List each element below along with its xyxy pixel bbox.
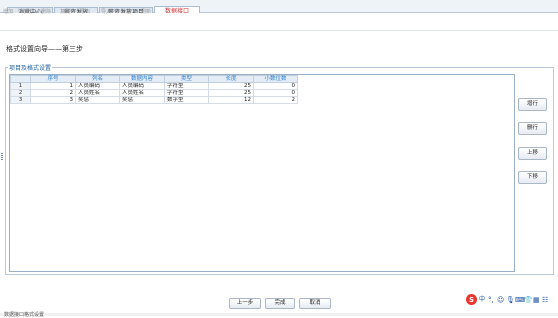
cell-content[interactable]: 人员编码: [119, 82, 165, 90]
cell-type[interactable]: 数字型: [164, 96, 209, 104]
splitter-handle[interactable]: [1, 153, 3, 161]
punctuation-icon[interactable]: °,: [488, 294, 494, 306]
table-row[interactable]: 3 3 奖惩 奖惩 数字型 12 2: [10, 96, 298, 104]
prev-step-button[interactable]: 上一步: [229, 298, 261, 309]
column-header-seq[interactable]: 序号: [30, 75, 76, 83]
column-header-length[interactable]: 长度: [208, 75, 254, 83]
cancel-button[interactable]: 取消: [299, 298, 331, 309]
cell-name[interactable]: 人员姓名: [75, 89, 120, 97]
column-header-decimals[interactable]: 小数位数: [253, 75, 298, 83]
copy-button[interactable]: 复制: [60, 8, 70, 15]
cell-length[interactable]: 25: [208, 82, 254, 90]
chinese-mode-icon[interactable]: 中: [479, 294, 485, 306]
cell-type[interactable]: 字符型: [164, 89, 209, 97]
cell-seq[interactable]: 2: [30, 89, 76, 97]
toolbar: 增加 修改 删除 复制 导出 导入 日志 刷新: [0, 9, 558, 31]
table-row[interactable]: 1 1 人员编码 人员编码 字符型 25 0: [10, 82, 298, 90]
table-header-row: 序号 列名 数据内容 类型 长度 小数位数: [10, 75, 298, 83]
refresh-button[interactable]: 刷新: [141, 8, 151, 15]
cell-content[interactable]: 奖惩: [119, 96, 165, 104]
status-text: 数据接口格式设置: [4, 312, 45, 318]
cell-name[interactable]: 人员编码: [75, 82, 120, 90]
microphone-icon[interactable]: 🎙: [506, 294, 515, 306]
cell-decimals[interactable]: 2: [253, 96, 298, 104]
add-row-button[interactable]: 增行: [518, 98, 547, 111]
cell-type[interactable]: 字符型: [164, 82, 209, 90]
cell-length[interactable]: 12: [208, 96, 254, 104]
log-button[interactable]: 日志: [121, 8, 131, 15]
column-header-type[interactable]: 类型: [164, 75, 209, 83]
toolbox-icon[interactable]: ▦: [533, 294, 540, 306]
delete-row-button[interactable]: 删行: [518, 122, 547, 135]
import-button[interactable]: 导入: [101, 8, 111, 15]
cell-decimals[interactable]: 0: [253, 82, 298, 90]
corner-cell: [10, 75, 31, 83]
edit-button[interactable]: 修改: [22, 8, 32, 15]
row-number: 1: [10, 82, 31, 90]
format-grid: 序号 列名 数据内容 类型 长度 小数位数 1 1 人员编码 人员编码 字符型 …: [9, 74, 515, 272]
emoji-icon[interactable]: ☺: [497, 294, 504, 306]
skin-icon[interactable]: 👕: [524, 294, 533, 306]
cell-seq[interactable]: 3: [30, 96, 76, 104]
row-number: 2: [10, 89, 31, 97]
finish-button[interactable]: 完成: [265, 298, 295, 309]
cell-length[interactable]: 25: [208, 89, 254, 97]
ime-logo-icon[interactable]: S: [466, 294, 477, 305]
column-header-content[interactable]: 数据内容: [119, 75, 165, 83]
move-up-button[interactable]: 上移: [518, 147, 547, 160]
cell-name[interactable]: 奖惩: [75, 96, 120, 104]
cell-decimals[interactable]: 0: [253, 89, 298, 97]
format-table: 序号 列名 数据内容 类型 长度 小数位数 1 1 人员编码 人员编码 字符型 …: [10, 75, 298, 104]
delete-button[interactable]: 删除: [41, 8, 51, 15]
column-header-name[interactable]: 列名: [75, 75, 120, 83]
wizard-step-title: 格式设置向导——第三步: [6, 45, 83, 53]
group-label: 项目及格式设置: [8, 63, 53, 72]
row-number: 3: [10, 96, 31, 104]
table-row[interactable]: 2 2 人员姓名 人员姓名 字符型 25 0: [10, 89, 298, 97]
add-button[interactable]: 增加: [3, 8, 13, 15]
export-button[interactable]: 导出: [80, 8, 90, 15]
menu-icon[interactable]: ☷: [542, 294, 548, 306]
move-down-button[interactable]: 下移: [518, 171, 547, 184]
cell-content[interactable]: 人员姓名: [119, 89, 165, 97]
cell-seq[interactable]: 1: [30, 82, 76, 90]
